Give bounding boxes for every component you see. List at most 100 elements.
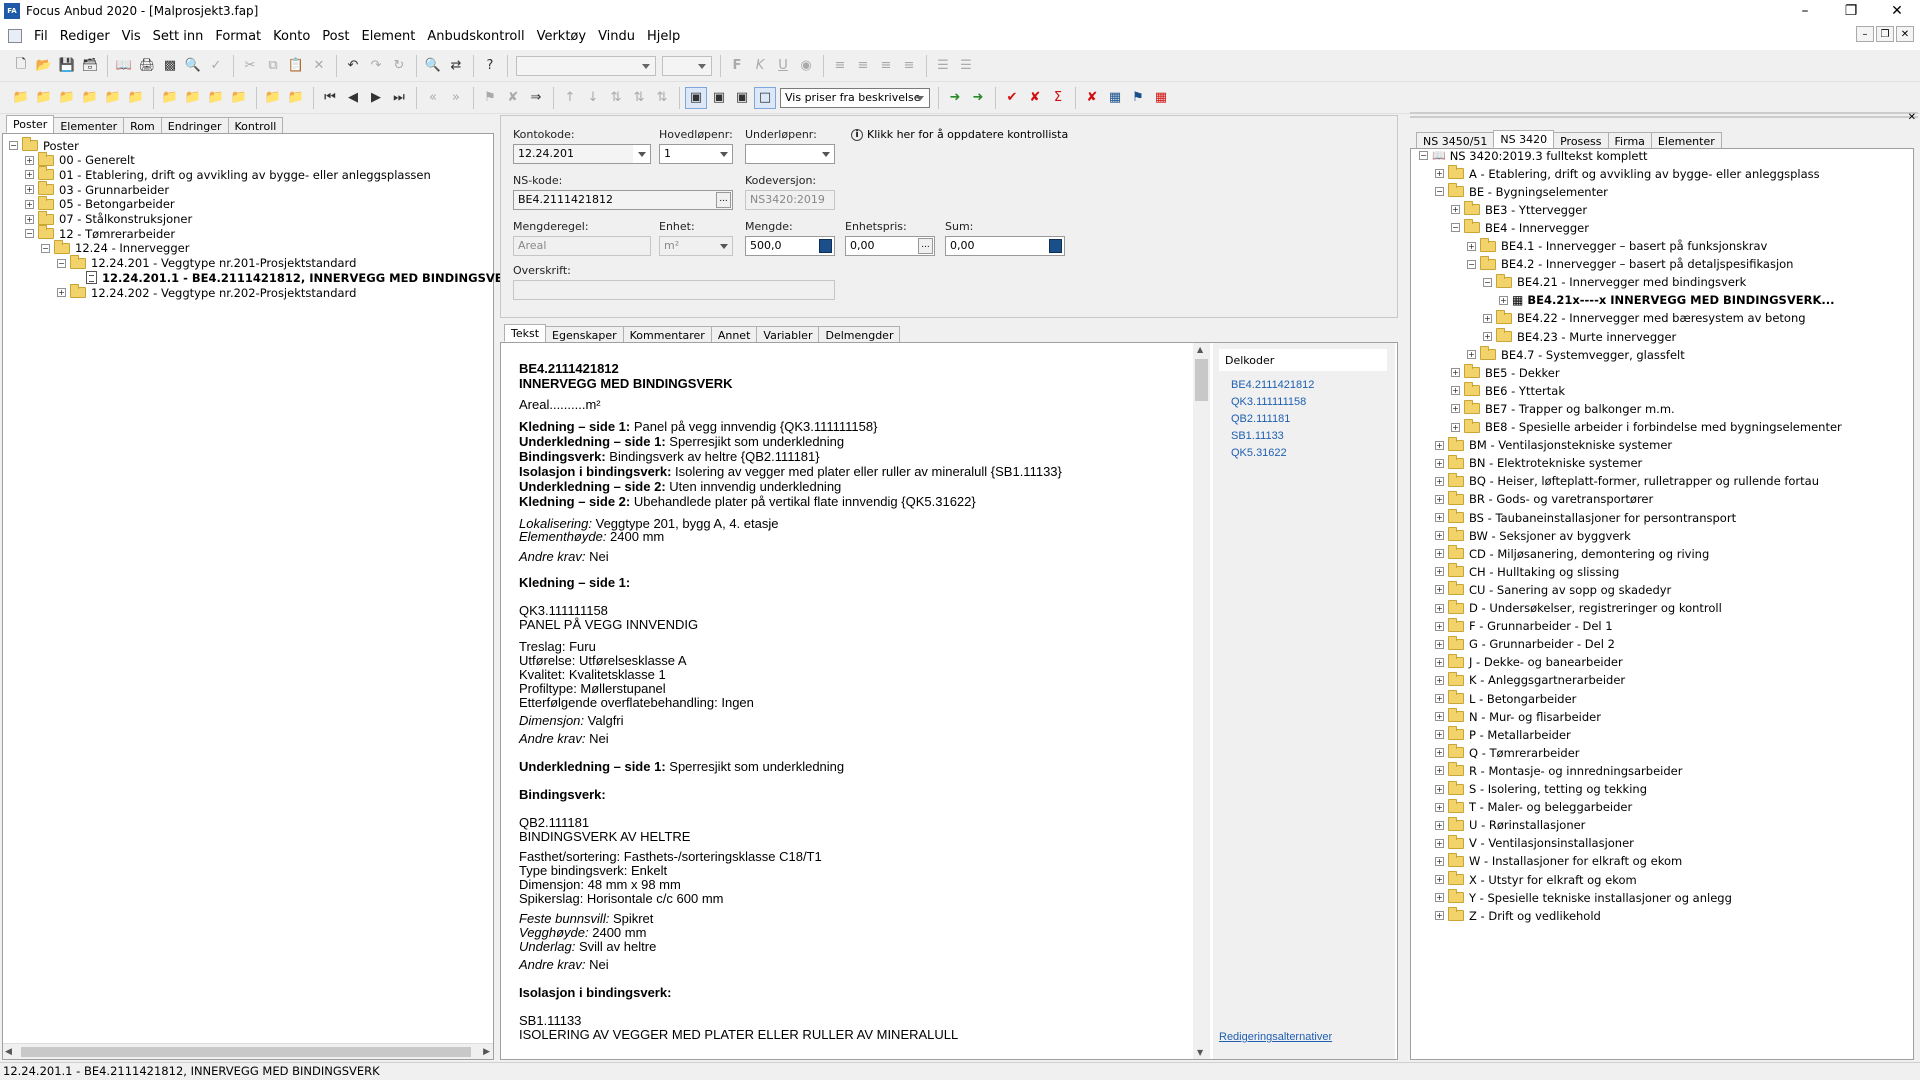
kontokode-select[interactable]: 12.24.201 bbox=[513, 144, 651, 164]
expand-icon[interactable]: + bbox=[1435, 603, 1444, 613]
bold-icon[interactable]: F bbox=[726, 55, 748, 77]
delete-icon[interactable]: ✕ bbox=[308, 55, 330, 77]
tree-node[interactable]: + D - Undersøkelser, registreringer og ko… bbox=[1435, 599, 1722, 617]
expand-icon[interactable]: + bbox=[1435, 838, 1444, 848]
document-window-icon[interactable] bbox=[8, 29, 22, 43]
tree-node[interactable]: + J - Dekke- og banearbeider bbox=[1435, 653, 1623, 671]
menu-1[interactable]: Rediger bbox=[54, 29, 116, 44]
tree-node[interactable]: + CH - Hulltaking og slissing bbox=[1435, 563, 1619, 580]
sort-up-icon[interactable]: ⇅ bbox=[605, 87, 627, 109]
new-subchapter-icon[interactable]: 📁 bbox=[33, 87, 55, 109]
collapse-icon[interactable]: − bbox=[1451, 223, 1460, 233]
bullet-list-icon[interactable]: ☰ bbox=[955, 55, 977, 77]
tab-firma[interactable]: Firma bbox=[1607, 132, 1652, 148]
collapse-icon[interactable]: − bbox=[1435, 187, 1444, 197]
delkode-link[interactable]: SB1.11133 bbox=[1231, 430, 1284, 442]
tree-node[interactable]: + R - Montasje- og innredningsarbeider bbox=[1435, 762, 1682, 779]
tree-node[interactable]: + BE3 - Yttervegger bbox=[1451, 201, 1587, 218]
tree-node[interactable]: + F - Grunnarbeider - Del 1 bbox=[1435, 617, 1613, 635]
nskode-field[interactable]: BE4.2111421812... bbox=[513, 190, 733, 210]
tree-node[interactable]: + V - Ventilasjonsinstallasjoner bbox=[1435, 834, 1634, 852]
collapse-icon[interactable]: − bbox=[25, 229, 34, 239]
minimize-icon[interactable]: – bbox=[1782, 0, 1828, 22]
tab-ns-3420[interactable]: NS 3420 bbox=[1493, 130, 1555, 148]
mark-icon[interactable]: ⚑ bbox=[479, 87, 501, 109]
tab-ns-3450-51[interactable]: NS 3450/51 bbox=[1416, 132, 1495, 148]
expand-icon[interactable]: + bbox=[25, 214, 34, 224]
expand-icon[interactable]: + bbox=[1435, 621, 1444, 631]
panel-close-icon[interactable]: ✕ bbox=[1908, 112, 1916, 123]
expand-icon[interactable]: + bbox=[1435, 766, 1444, 776]
mengde-calc-button[interactable] bbox=[819, 239, 832, 253]
layout-2-icon[interactable]: ▣ bbox=[708, 87, 730, 109]
tree-node[interactable]: + BE4.23 - Murte innervegger bbox=[1483, 328, 1676, 345]
expand-icon[interactable]: + bbox=[1483, 313, 1492, 323]
tree-node[interactable]: + P - Metallarbeider bbox=[1435, 726, 1571, 743]
tree-node[interactable]: + U - Rørinstallasjoner bbox=[1435, 816, 1585, 834]
move-down-icon[interactable]: ↓ bbox=[582, 87, 604, 109]
tree-node[interactable]: + BN - Elektrotekniske systemer bbox=[1435, 454, 1642, 472]
tree-node[interactable]: − BE4 - Innervegger bbox=[1451, 219, 1589, 236]
collapse-icon[interactable]: − bbox=[9, 141, 18, 150]
indent-list-icon[interactable]: ⇒ bbox=[525, 87, 547, 109]
tree-node[interactable]: + BE6 - Yttertak bbox=[1451, 382, 1565, 399]
remove-check-icon[interactable]: ✘ bbox=[1024, 87, 1046, 109]
tree-node[interactable]: − 📖 NS 3420:2019.3 fulltekst komplett bbox=[1419, 147, 1648, 164]
expand-icon[interactable]: + bbox=[25, 199, 34, 209]
tree-node[interactable]: + W - Installasjoner for elkraft og ekom bbox=[1435, 852, 1682, 870]
tree-node[interactable]: + CD - Miljøsanering, demontering og rivi… bbox=[1435, 545, 1709, 562]
new-post-icon[interactable]: 📁 bbox=[56, 87, 78, 109]
editing-options-link[interactable]: Redigeringsalternativer bbox=[1219, 1031, 1332, 1043]
update-control-list-link[interactable]: i Klikk her for å oppdatere kontrollista bbox=[851, 128, 1068, 141]
expand-icon[interactable]: + bbox=[1467, 241, 1476, 251]
tree-node[interactable]: +12.24.202 - Veggtype nr.202-Prosjektsta… bbox=[57, 284, 356, 301]
collapse-icon[interactable]: − bbox=[1467, 259, 1476, 269]
scroll-down-icon[interactable]: ▼ bbox=[1197, 1048, 1203, 1057]
tree-node[interactable]: + G - Grunnarbeider - Del 2 bbox=[1435, 635, 1615, 653]
open-folder-icon[interactable]: 📂 bbox=[33, 55, 55, 77]
tab-kontroll[interactable]: Kontroll bbox=[227, 117, 284, 133]
expand-icon[interactable]: + bbox=[1435, 875, 1444, 884]
tree-node[interactable]: + L - Betongarbeider bbox=[1435, 690, 1576, 707]
tree-node[interactable]: − BE4.2 - Innervegger – basert på detaljs… bbox=[1467, 255, 1793, 273]
spellcheck-icon[interactable]: ✓ bbox=[205, 55, 227, 77]
mdi-restore-icon[interactable]: ❐ bbox=[1876, 26, 1894, 42]
forward-icon[interactable]: » bbox=[445, 87, 467, 109]
clear-marks-icon[interactable]: ✘ bbox=[1081, 87, 1103, 109]
tree-node[interactable]: + CU - Sanering av sopp og skadedyr bbox=[1435, 581, 1671, 598]
expand-icon[interactable]: + bbox=[25, 185, 34, 195]
first-record-icon[interactable]: ⏮ bbox=[319, 87, 341, 109]
delkode-link[interactable]: BE4.2111421812 bbox=[1231, 379, 1314, 391]
font-size-combo[interactable] bbox=[662, 55, 712, 76]
table-flag-icon[interactable]: ⚑ bbox=[1127, 87, 1149, 109]
scroll-up-icon[interactable]: ▲ bbox=[1197, 345, 1203, 354]
folder-tools-icon[interactable]: 📁 bbox=[182, 87, 204, 109]
sum-calc-button[interactable] bbox=[1049, 239, 1062, 253]
tab-annet[interactable]: Annet bbox=[710, 326, 758, 342]
folder-copy-icon[interactable]: 📁 bbox=[262, 87, 284, 109]
tree-node[interactable]: + BE8 - Spesielle arbeider i forbindelse … bbox=[1451, 418, 1842, 436]
expand-icon[interactable]: + bbox=[1435, 802, 1444, 812]
nskode-browse-button[interactable]: ... bbox=[716, 192, 731, 208]
find-replace-icon[interactable]: ⇄ bbox=[445, 55, 467, 77]
tree-node[interactable]: + BS - Taubaneinstallasjoner for persontr… bbox=[1435, 509, 1736, 526]
tree-node[interactable]: + BE4.7 - Systemvegger, glassfelt bbox=[1467, 346, 1685, 363]
table-remove-icon[interactable]: ▦ bbox=[1150, 87, 1172, 109]
tree-node[interactable]: + BQ - Heiser, løfteplatt-former, rulletr… bbox=[1435, 472, 1819, 490]
folder-settings-icon[interactable]: 📁 bbox=[205, 87, 227, 109]
tree-node[interactable]: + BM - Ventilasjonstekniske systemer bbox=[1435, 436, 1672, 454]
tab-kommentarer[interactable]: Kommentarer bbox=[622, 326, 712, 342]
tree-node[interactable]: + X - Utstyr for elkraft og ekom bbox=[1435, 871, 1637, 888]
expand-icon[interactable]: + bbox=[1435, 730, 1444, 740]
expand-icon[interactable]: + bbox=[1483, 332, 1492, 341]
menu-8[interactable]: Anbudskontroll bbox=[421, 29, 530, 44]
hovedlopenr-select[interactable]: 1 bbox=[659, 144, 733, 164]
panel-gripper[interactable] bbox=[1410, 112, 1918, 118]
tab-tekst[interactable]: Tekst bbox=[504, 324, 547, 342]
menu-0[interactable]: Fil bbox=[28, 29, 54, 44]
horizontal-scrollbar[interactable]: ◀ ▶ bbox=[3, 1043, 493, 1059]
delkode-link[interactable]: QB2.111181 bbox=[1231, 413, 1290, 425]
menu-4[interactable]: Format bbox=[209, 29, 267, 44]
tree-node[interactable]: + BE4.1 - Innervegger – basert på funksjo… bbox=[1467, 237, 1767, 255]
scrollbar-thumb[interactable] bbox=[21, 1047, 471, 1057]
